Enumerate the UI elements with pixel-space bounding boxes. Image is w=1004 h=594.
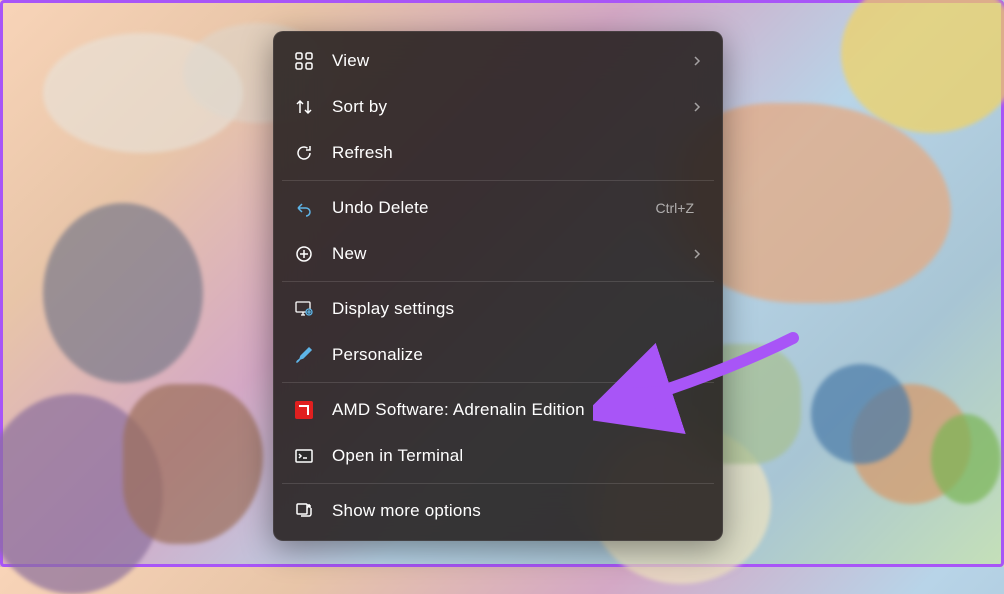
- display-settings-icon: [294, 299, 314, 319]
- view-grid-icon: [294, 51, 314, 71]
- menu-separator: [282, 281, 714, 282]
- menu-separator: [282, 483, 714, 484]
- show-more-options-menu-item[interactable]: Show more options: [280, 488, 716, 534]
- paintbrush-icon: [294, 345, 314, 365]
- amd-icon: [294, 400, 314, 420]
- sort-by-menu-item[interactable]: Sort by: [280, 84, 716, 130]
- sort-icon: [294, 97, 314, 117]
- menu-label: Display settings: [332, 299, 702, 319]
- menu-label: Undo Delete: [332, 198, 656, 218]
- undo-delete-menu-item[interactable]: Undo Delete Ctrl+Z: [280, 185, 716, 231]
- menu-label: Personalize: [332, 345, 702, 365]
- refresh-menu-item[interactable]: Refresh: [280, 130, 716, 176]
- menu-label: Show more options: [332, 501, 702, 521]
- amd-software-menu-item[interactable]: AMD Software: Adrenalin Edition: [280, 387, 716, 433]
- chevron-right-icon: [692, 99, 702, 115]
- open-terminal-menu-item[interactable]: Open in Terminal: [280, 433, 716, 479]
- menu-separator: [282, 180, 714, 181]
- terminal-icon: [294, 446, 314, 466]
- menu-label: New: [332, 244, 692, 264]
- menu-shortcut: Ctrl+Z: [656, 200, 695, 216]
- chevron-right-icon: [692, 246, 702, 262]
- wallpaper-decoration: [43, 203, 203, 383]
- view-menu-item[interactable]: View: [280, 38, 716, 84]
- chevron-right-icon: [692, 53, 702, 69]
- refresh-icon: [294, 143, 314, 163]
- wallpaper-decoration: [841, 0, 1004, 133]
- desktop-context-menu: View Sort by Refresh Undo Dele: [273, 31, 723, 541]
- wallpaper-decoration: [811, 364, 911, 464]
- wallpaper-decoration: [931, 414, 1001, 504]
- menu-separator: [282, 382, 714, 383]
- menu-label: Open in Terminal: [332, 446, 702, 466]
- menu-label: View: [332, 51, 692, 71]
- undo-icon: [294, 198, 314, 218]
- menu-label: Refresh: [332, 143, 702, 163]
- menu-label: AMD Software: Adrenalin Edition: [332, 400, 702, 420]
- plus-circle-icon: [294, 244, 314, 264]
- wallpaper-decoration: [123, 384, 263, 544]
- display-settings-menu-item[interactable]: Display settings: [280, 286, 716, 332]
- new-menu-item[interactable]: New: [280, 231, 716, 277]
- more-options-icon: [294, 501, 314, 521]
- personalize-menu-item[interactable]: Personalize: [280, 332, 716, 378]
- menu-label: Sort by: [332, 97, 692, 117]
